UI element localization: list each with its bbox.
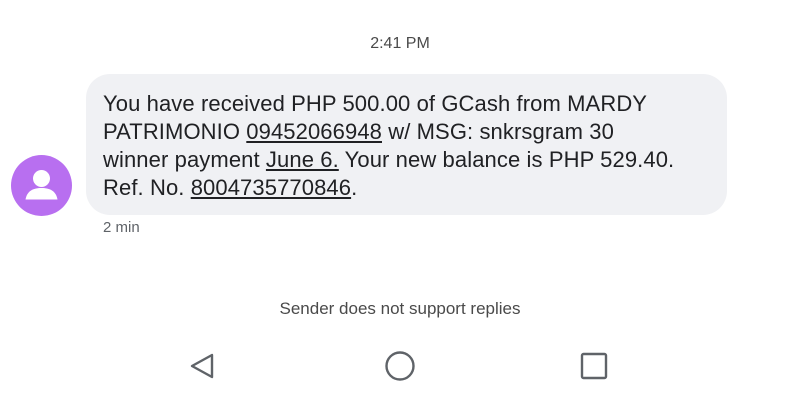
message-elapsed-time: 2 min	[103, 219, 140, 236]
no-reply-notice: Sender does not support replies	[279, 299, 521, 318]
conversation-screen: 2:41 PM You have received PHP 500.00 of …	[0, 0, 800, 402]
person-icon	[25, 170, 58, 200]
back-button[interactable]	[182, 348, 222, 384]
recents-square-icon	[580, 352, 608, 380]
message-text: Ref. No.	[103, 175, 191, 200]
back-triangle-icon	[190, 353, 214, 379]
message-text: winner payment	[103, 147, 266, 172]
message-bubble[interactable]: You have received PHP 500.00 of GCash fr…	[86, 74, 727, 215]
sender-avatar[interactable]	[11, 155, 72, 216]
message-text: PATRIMONIO	[103, 119, 247, 144]
message-text: You have received PHP 500.00 of GCash fr…	[103, 91, 648, 116]
home-circle-icon	[385, 351, 415, 381]
message-link[interactable]: 8004735770846	[191, 175, 351, 200]
message-time: 2:41 PM	[370, 35, 430, 52]
message-text: Your new balance is PHP 529.40.	[338, 147, 675, 172]
message-link[interactable]: June 6.	[266, 147, 339, 172]
message-line: Ref. No. 8004735770846.	[103, 174, 709, 202]
message-text: .	[351, 175, 358, 200]
home-button[interactable]	[380, 348, 420, 384]
message-text: w/ MSG: snkrsgram 30	[382, 119, 614, 144]
system-navigation-bar	[0, 340, 800, 392]
recents-button[interactable]	[574, 348, 614, 384]
message-link[interactable]: 09452066948	[246, 119, 382, 144]
message-line: PATRIMONIO 09452066948 w/ MSG: snkrsgram…	[103, 118, 709, 146]
message-line: winner payment June 6. Your new balance …	[103, 146, 709, 174]
message-line: You have received PHP 500.00 of GCash fr…	[103, 90, 709, 118]
